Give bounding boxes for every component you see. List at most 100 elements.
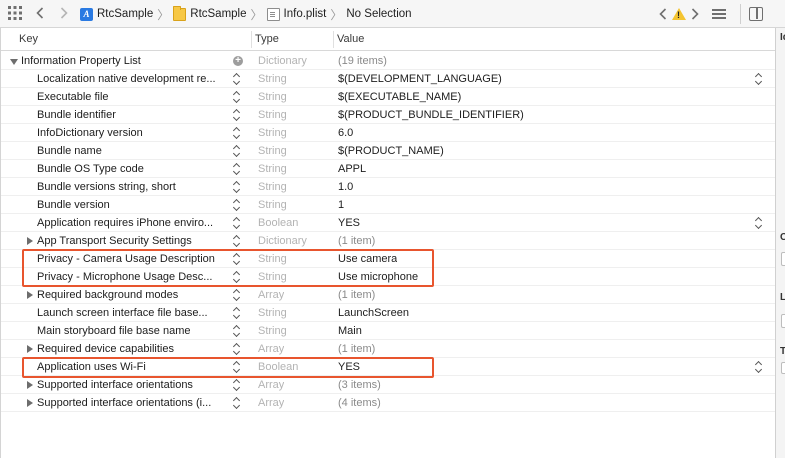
row-key[interactable]: Required device capabilities — [37, 340, 229, 358]
row-value[interactable]: (1 item) — [338, 232, 375, 250]
table-row[interactable]: Application uses Wi-Fi Boolean YES — [1, 358, 775, 376]
column-header-type[interactable]: Type — [255, 28, 279, 51]
row-value[interactable]: Use camera — [338, 250, 397, 268]
row-value[interactable]: $(DEVELOPMENT_LANGUAGE) — [338, 70, 502, 88]
key-popup-stepper-icon[interactable] — [233, 235, 241, 247]
editor-options-lines-icon[interactable] — [708, 4, 730, 24]
key-popup-stepper-icon[interactable] — [233, 361, 241, 373]
row-value[interactable]: 1 — [338, 196, 344, 214]
row-value[interactable]: 6.0 — [338, 124, 353, 142]
row-key[interactable]: Bundle OS Type code — [37, 160, 229, 178]
previous-issue-chevron-icon[interactable] — [656, 4, 670, 24]
row-key[interactable]: Application uses Wi-Fi — [37, 358, 229, 376]
row-key[interactable]: Supported interface orientations — [37, 376, 229, 394]
table-row[interactable]: Bundle versions string, short String 1.0 — [1, 178, 775, 196]
row-type[interactable]: Array — [258, 340, 284, 358]
row-value[interactable]: (4 items) — [338, 394, 381, 412]
table-row[interactable]: Localization native development re... Str… — [1, 70, 775, 88]
forward-chevron-icon[interactable] — [56, 4, 72, 22]
row-type[interactable]: String — [258, 250, 287, 268]
add-editor-panel-icon[interactable] — [748, 4, 764, 24]
row-value[interactable]: 1.0 — [338, 178, 353, 196]
row-key[interactable]: Application requires iPhone enviro... — [37, 214, 229, 232]
value-popup-stepper-icon[interactable] — [755, 217, 763, 229]
row-value[interactable]: YES — [338, 214, 360, 232]
key-popup-stepper-icon[interactable] — [233, 343, 241, 355]
table-row[interactable]: Application requires iPhone enviro... Boo… — [1, 214, 775, 232]
row-type[interactable]: String — [258, 160, 287, 178]
inspector-field[interactable] — [781, 314, 785, 328]
row-key[interactable]: App Transport Security Settings — [37, 232, 229, 250]
row-value[interactable]: LaunchScreen — [338, 304, 409, 322]
inspector-field[interactable] — [781, 252, 785, 266]
table-row[interactable]: Required device capabilities Array (1 item… — [1, 340, 775, 358]
row-type[interactable]: String — [258, 70, 287, 88]
row-type[interactable]: Array — [258, 376, 284, 394]
value-popup-stepper-icon[interactable] — [755, 73, 763, 85]
row-value[interactable]: APPL — [338, 160, 366, 178]
row-type[interactable]: String — [258, 142, 287, 160]
key-popup-stepper-icon[interactable] — [233, 181, 241, 193]
row-value[interactable]: $(PRODUCT_BUNDLE_IDENTIFIER) — [338, 106, 524, 124]
key-popup-stepper-icon[interactable] — [233, 109, 241, 121]
next-issue-chevron-icon[interactable] — [688, 4, 702, 24]
disclosure-expanded-icon[interactable] — [10, 59, 18, 65]
row-type[interactable]: String — [258, 304, 287, 322]
row-key[interactable]: Main storyboard file base name — [37, 322, 229, 340]
warning-icon[interactable]: ! — [672, 4, 686, 24]
table-row[interactable]: Main storyboard file base name String Main — [1, 322, 775, 340]
row-value[interactable]: YES — [338, 358, 360, 376]
row-value[interactable]: (1 item) — [338, 286, 375, 304]
key-popup-stepper-icon[interactable] — [233, 271, 241, 283]
row-type[interactable]: String — [258, 124, 287, 142]
row-key[interactable]: Supported interface orientations (i... — [37, 394, 229, 412]
table-row[interactable]: Privacy - Camera Usage Description String… — [1, 250, 775, 268]
breadcrumb-selection[interactable]: No Selection — [346, 8, 411, 20]
row-key[interactable]: Bundle name — [37, 142, 229, 160]
key-popup-stepper-icon[interactable] — [233, 307, 241, 319]
row-key[interactable]: Privacy - Microphone Usage Desc... — [37, 268, 229, 286]
key-popup-stepper-icon[interactable] — [233, 145, 241, 157]
row-key[interactable]: Bundle version — [37, 196, 229, 214]
row-type[interactable]: String — [258, 322, 287, 340]
column-header-value[interactable]: Value — [337, 28, 364, 51]
row-value[interactable]: $(EXECUTABLE_NAME) — [338, 88, 461, 106]
column-header-key[interactable]: Key — [19, 28, 38, 51]
table-row[interactable]: Bundle version String 1 — [1, 196, 775, 214]
key-popup-stepper-icon[interactable] — [233, 199, 241, 211]
row-value[interactable]: Main — [338, 322, 362, 340]
disclosure-collapsed-icon[interactable] — [27, 291, 33, 299]
row-key[interactable]: Launch screen interface file base... — [37, 304, 229, 322]
related-items-grid-icon[interactable] — [6, 4, 24, 22]
row-type[interactable]: Boolean — [258, 214, 298, 232]
inspector-checkbox[interactable] — [781, 362, 785, 374]
key-popup-stepper-icon[interactable] — [233, 397, 241, 409]
key-popup-stepper-icon[interactable] — [233, 163, 241, 175]
key-popup-stepper-icon[interactable] — [233, 91, 241, 103]
row-key[interactable]: Executable file — [37, 88, 229, 106]
row-key[interactable]: InfoDictionary version — [37, 124, 229, 142]
table-row[interactable]: InfoDictionary version String 6.0 — [1, 124, 775, 142]
row-type[interactable]: Dictionary — [258, 232, 307, 250]
table-row[interactable]: Supported interface orientations Array (3 … — [1, 376, 775, 394]
key-popup-stepper-icon[interactable] — [233, 217, 241, 229]
row-type[interactable]: String — [258, 268, 287, 286]
row-type[interactable]: Boolean — [258, 358, 298, 376]
disclosure-collapsed-icon[interactable] — [27, 345, 33, 353]
row-type[interactable]: Array — [258, 394, 284, 412]
disclosure-collapsed-icon[interactable] — [27, 381, 33, 389]
key-popup-stepper-icon[interactable] — [233, 253, 241, 265]
column-separator[interactable] — [333, 31, 334, 48]
key-popup-stepper-icon[interactable] — [233, 127, 241, 139]
table-row[interactable]: Information Property List + Dictionary (19 … — [1, 52, 775, 70]
row-key[interactable]: Information Property List — [21, 52, 229, 70]
key-popup-stepper-icon[interactable] — [233, 73, 241, 85]
row-value[interactable]: Use microphone — [338, 268, 418, 286]
disclosure-collapsed-icon[interactable] — [27, 399, 33, 407]
row-type[interactable]: String — [258, 106, 287, 124]
table-row[interactable]: Bundle OS Type code String APPL — [1, 160, 775, 178]
back-chevron-icon[interactable] — [32, 4, 48, 22]
disclosure-collapsed-icon[interactable] — [27, 237, 33, 245]
breadcrumb-project[interactable]: A RtcSample — [80, 7, 153, 21]
row-value[interactable]: (1 item) — [338, 340, 375, 358]
